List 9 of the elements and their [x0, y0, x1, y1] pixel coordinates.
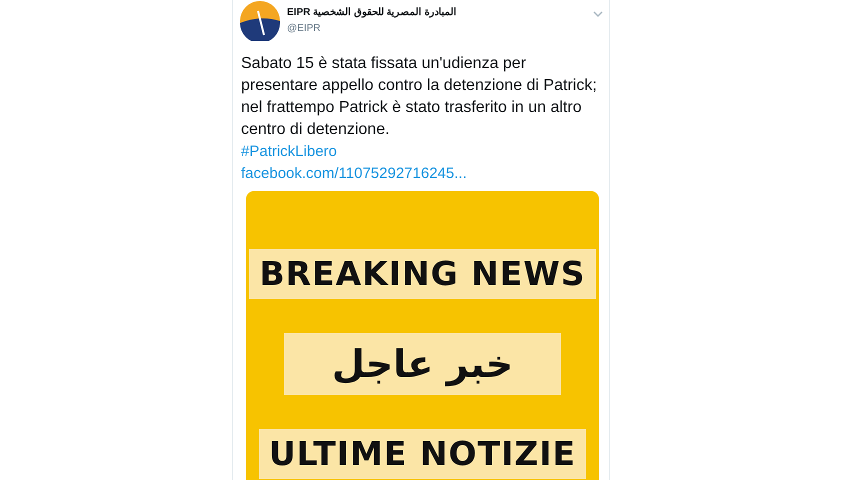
tweet-text: Sabato 15 è stata fissata un'udienza per presentare appello contro la detenzione di Patrick; nel frattempo Patrick è stato trasferito in un altro centro di detenzione. — [241, 54, 597, 140]
author-handle[interactable]: @EIPR — [287, 23, 586, 34]
author-name[interactable]: EIPR المبادرة المصرية للحقوق الشخصية — [287, 6, 586, 18]
hashtag-link[interactable]: #PatrickLibero — [241, 141, 597, 163]
headline: خبر عاجل — [284, 333, 562, 395]
headline: ULTIME NOTIZIE — [258, 429, 586, 479]
url-link[interactable]: facebook.com/11075292716245... — [241, 163, 597, 185]
logo-icon[interactable] — [240, 1, 280, 41]
headline: BREAKING NEWS — [249, 249, 596, 299]
